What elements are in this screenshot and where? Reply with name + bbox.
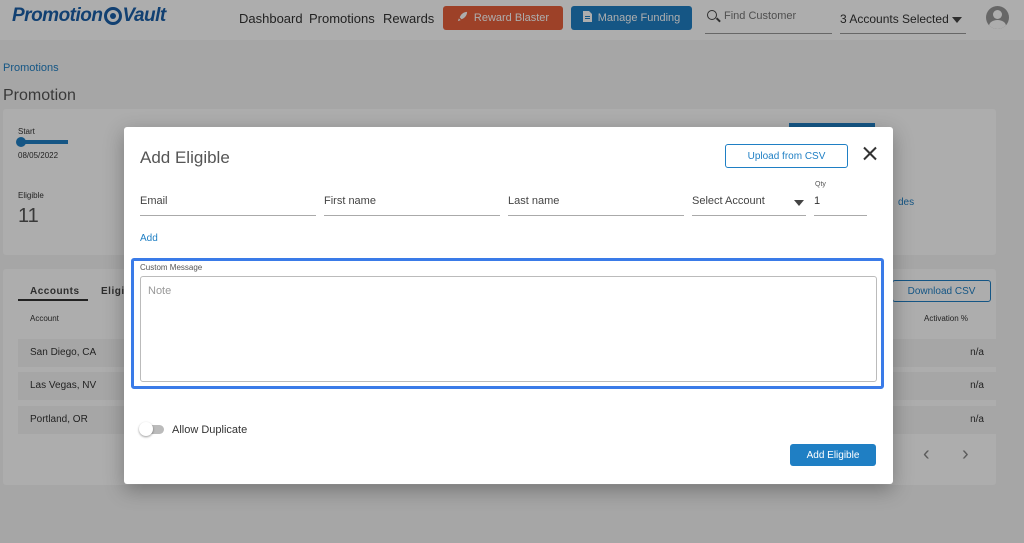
toggle-knob xyxy=(139,422,153,436)
allow-duplicate-label: Allow Duplicate xyxy=(172,424,248,436)
email-field[interactable] xyxy=(140,188,316,207)
qty-label: Qty xyxy=(815,181,826,188)
qty-field-wrap xyxy=(814,188,867,216)
add-row-link[interactable]: Add xyxy=(140,233,158,244)
add-eligible-dialog: Add Eligible Upload from CSV Select Acco… xyxy=(124,127,893,484)
dialog-title: Add Eligible xyxy=(140,148,230,167)
allow-duplicate-toggle[interactable] xyxy=(139,422,164,436)
custom-message-label: Custom Message xyxy=(140,263,203,272)
caret-down-icon xyxy=(794,200,804,206)
last-name-field[interactable] xyxy=(508,188,684,207)
first-name-field[interactable] xyxy=(324,188,500,207)
upload-csv-button[interactable]: Upload from CSV xyxy=(725,144,848,168)
email-field-wrap xyxy=(140,188,316,216)
custom-message-textarea[interactable] xyxy=(140,276,877,382)
add-eligible-button[interactable]: Add Eligible xyxy=(790,444,876,466)
select-account-text: Select Account xyxy=(692,195,765,207)
first-name-field-wrap xyxy=(324,188,500,216)
qty-field[interactable] xyxy=(814,188,867,207)
last-name-field-wrap xyxy=(508,188,684,216)
close-icon[interactable] xyxy=(861,145,879,163)
select-account-dropdown[interactable]: Select Account xyxy=(692,188,806,216)
